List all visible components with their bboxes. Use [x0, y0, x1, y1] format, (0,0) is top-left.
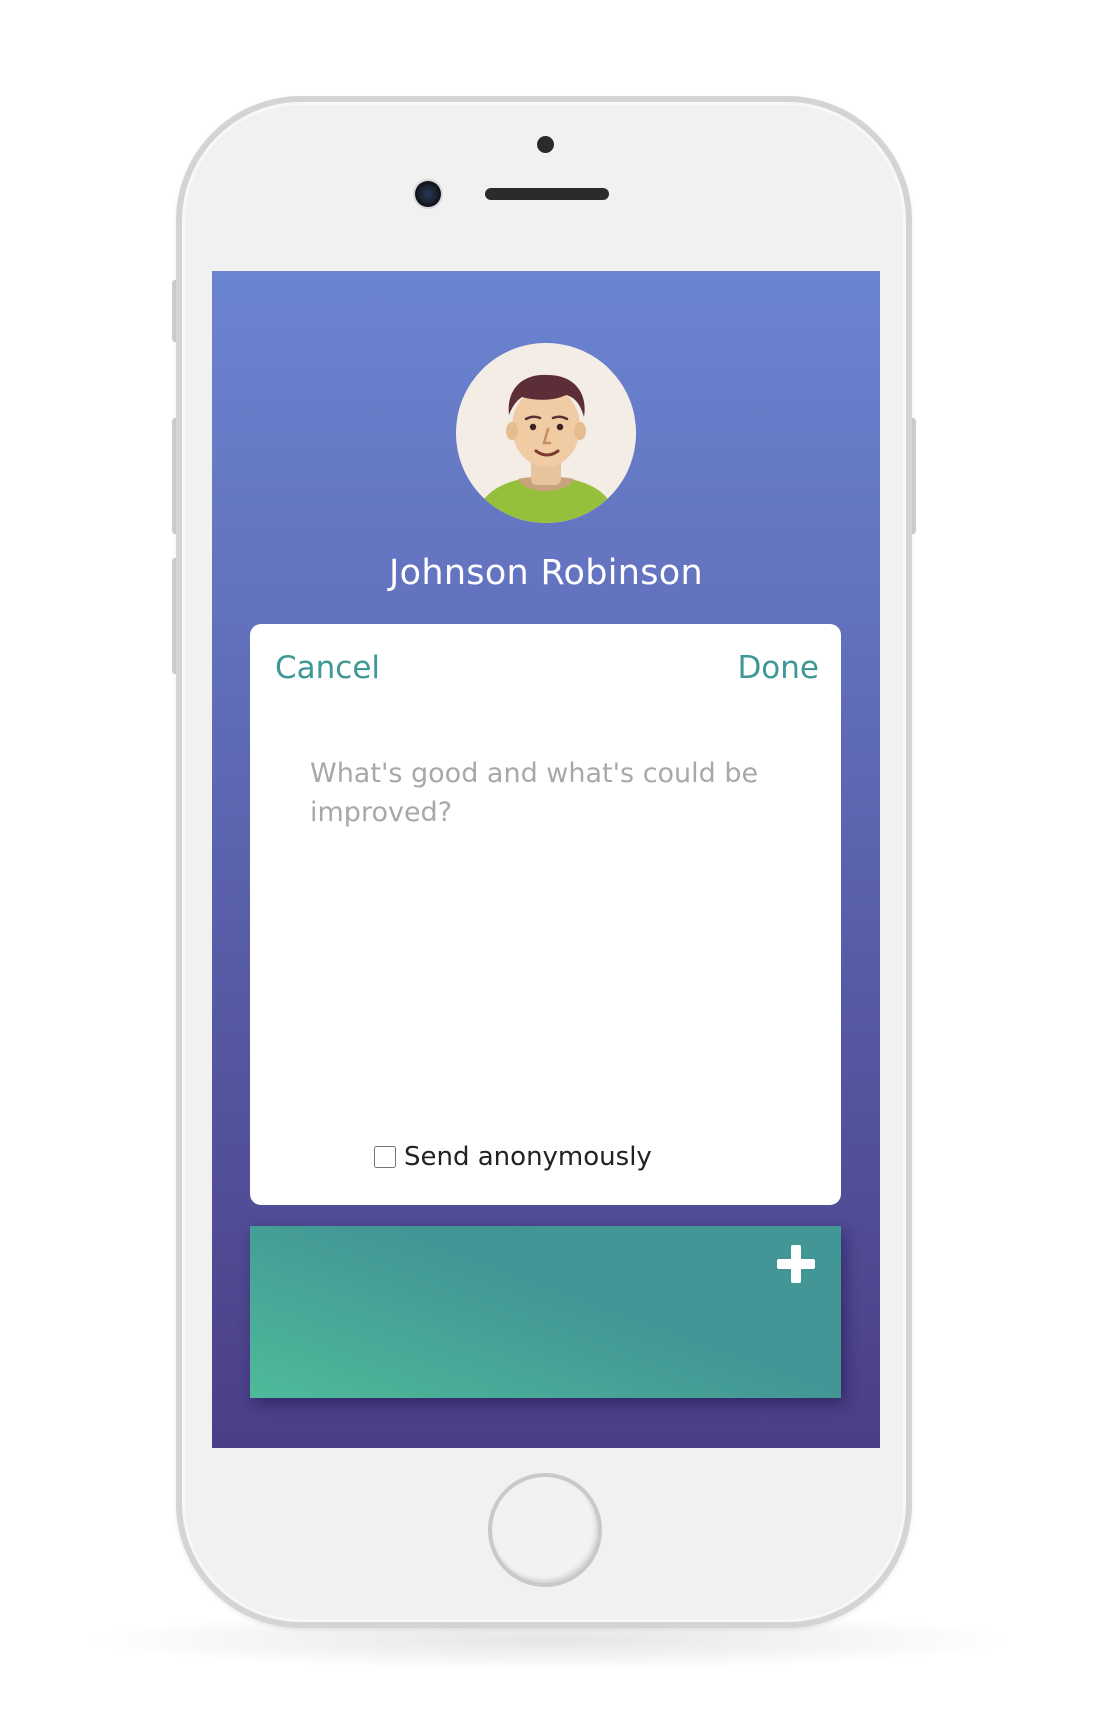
anonymous-label: Send anonymously — [404, 1142, 652, 1172]
user-avatar-icon — [456, 343, 636, 523]
proximity-sensor — [537, 136, 554, 153]
home-button[interactable] — [488, 1473, 602, 1587]
cancel-button[interactable]: Cancel — [275, 650, 380, 686]
earpiece-speaker — [485, 188, 609, 200]
user-name: Johnson Robinson — [389, 553, 703, 593]
front-camera — [415, 181, 441, 207]
add-feedback-panel[interactable] — [250, 1226, 841, 1398]
anonymous-option[interactable]: Send anonymously — [374, 1142, 652, 1172]
plus-icon[interactable] — [777, 1245, 815, 1283]
app-screen: Johnson Robinson Cancel Done Send anonym… — [212, 271, 880, 1448]
done-button[interactable]: Done — [737, 650, 819, 686]
feedback-card: Cancel Done Send anonymously — [250, 624, 841, 1205]
device-mockup: Johnson Robinson Cancel Done Send anonym… — [0, 0, 1099, 1710]
anonymous-checkbox[interactable] — [374, 1146, 396, 1168]
feedback-textarea[interactable] — [310, 754, 780, 1074]
